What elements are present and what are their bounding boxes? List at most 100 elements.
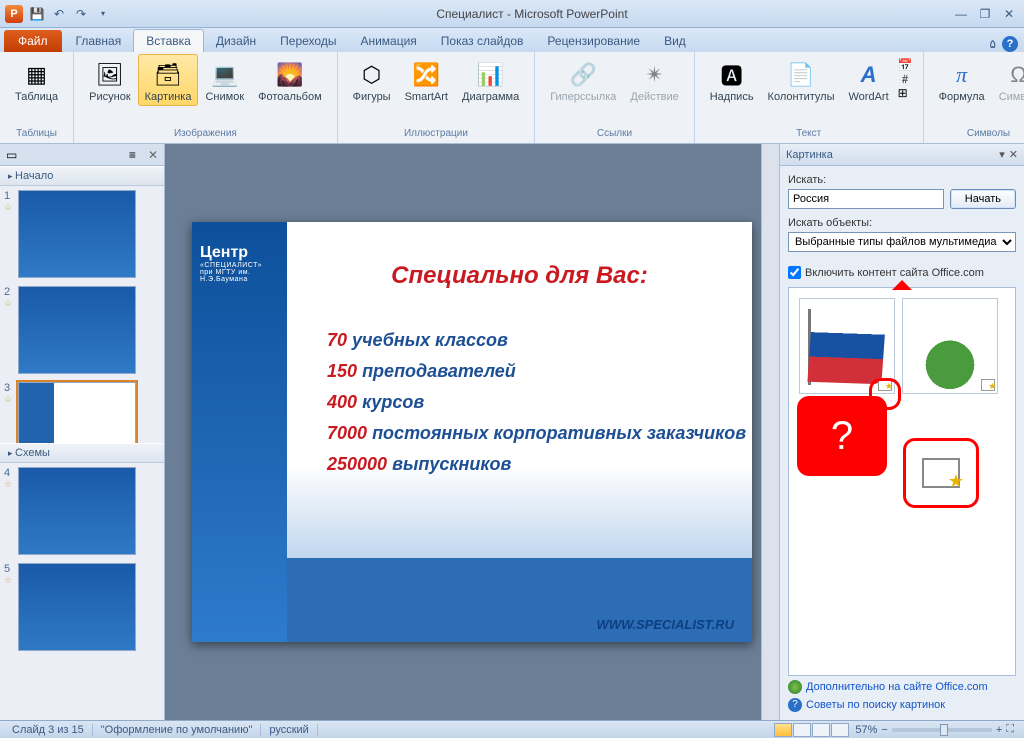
textbox-button[interactable]: 🅰Надпись [703,54,761,106]
screenshot-icon: 💻 [209,59,241,91]
animated-clip-icon-large [922,458,960,488]
slide-thumb-3[interactable] [18,382,136,443]
clipart-results: ? [788,287,1016,676]
clipart-result-2[interactable] [902,298,998,394]
section-scheme[interactable]: Схемы [0,443,164,463]
hyperlink-icon: 🔗 [567,59,599,91]
action-icon: ✴ [639,59,671,91]
group-illustrations: Иллюстрации [404,126,468,141]
album-button[interactable]: 🌄Фотоальбом [251,54,329,106]
zoom-slider[interactable] [892,728,992,732]
zoom-value: 57% [855,724,877,736]
section-start[interactable]: Начало [0,166,164,186]
media-types-select[interactable]: Выбранные типы файлов мультимедиа [788,232,1016,252]
wordart-button[interactable]: AWordArt [842,54,896,106]
outline-tab-icon[interactable]: ≡ [123,148,142,162]
tab-view[interactable]: Вид [652,30,698,52]
globe-icon [788,680,802,694]
symbol-icon: Ω [1003,59,1024,91]
redo-icon[interactable]: ↷ [70,3,92,25]
hyperlink-button[interactable]: 🔗Гиперссылка [543,54,623,106]
taskpane-menu-icon[interactable]: ▾ [999,148,1005,161]
object-icon[interactable]: ⊞ [898,86,913,100]
office-link[interactable]: Дополнительно на сайте Office.com [788,680,1016,694]
slide-thumb-5[interactable] [18,563,136,651]
equation-icon: π [946,59,978,91]
slide-thumb-4[interactable] [18,467,136,555]
equation-button[interactable]: πФормула [932,54,992,106]
view-reading-button[interactable] [812,723,830,737]
clipart-icon: 🗃 [152,59,184,91]
search-go-button[interactable]: Начать [950,189,1016,209]
save-icon[interactable]: 💾 [26,3,48,25]
tab-home[interactable]: Главная [64,30,134,52]
slide-number-icon[interactable]: #️ [898,72,913,86]
window-title: Специалист - Microsoft PowerPoint [114,7,950,21]
tab-review[interactable]: Рецензирование [535,30,652,52]
logo: Центр«СПЕЦИАЛИСТ»при МГТУ им. Н.Э.Бауман… [200,244,287,283]
slide-title: Специально для Вас: [287,262,752,290]
tab-design[interactable]: Дизайн [204,30,268,52]
view-sorter-button[interactable] [793,723,811,737]
app-icon: P [5,5,23,23]
help-icon[interactable]: ? [1002,36,1018,52]
search-label: Искать: [788,174,1016,186]
restore-icon[interactable]: ❐ [974,3,996,25]
undo-icon[interactable]: ↶ [48,3,70,25]
tab-insert[interactable]: Вставка [133,29,204,52]
tab-animation[interactable]: Анимация [348,30,428,52]
action-button[interactable]: ✴Действие [623,54,685,106]
chart-icon: 📊 [475,59,507,91]
tab-transitions[interactable]: Переходы [268,30,348,52]
view-normal-button[interactable] [774,723,792,737]
status-lang: русский [261,724,317,736]
group-text: Текст [796,126,821,141]
slides-tab-icon[interactable]: ▭ [0,148,17,162]
datetime-icon[interactable]: 📅 [898,58,913,72]
textbox-icon: 🅰 [716,59,748,91]
ribbon-minimize-icon[interactable]: ۵ [990,37,996,51]
picture-button[interactable]: 🖼Рисунок [82,54,138,106]
current-slide[interactable]: Центр«СПЕЦИАЛИСТ»при МГТУ им. Н.Э.Бауман… [192,222,752,642]
annotation-highlight-small [869,378,901,410]
qat-customize-icon[interactable]: ▾ [92,3,114,25]
pane-close-icon[interactable]: ✕ [142,148,164,162]
shapes-icon: ⬡ [356,59,388,91]
tab-file[interactable]: Файл [4,30,62,52]
album-icon: 🌄 [274,59,306,91]
slide-canvas: Центр«СПЕЦИАЛИСТ»при МГТУ им. Н.Э.Бауман… [165,144,779,720]
taskpane-title: Картинка [786,149,833,161]
animated-clip-icon [981,379,995,391]
chart-button[interactable]: 📊Диаграмма [455,54,526,106]
headerfooter-button[interactable]: 📄Колонтитулы [761,54,842,106]
headerfooter-icon: 📄 [785,59,817,91]
hints-link[interactable]: ?Советы по поиску картинок [788,698,1016,712]
smartart-button[interactable]: 🔀SmartArt [398,54,455,106]
group-images: Изображения [174,126,237,141]
slide-thumb-1[interactable] [18,190,136,278]
group-tables: Таблицы [16,126,57,141]
minimize-icon[interactable]: — [950,3,972,25]
smartart-icon: 🔀 [410,59,442,91]
close-icon[interactable]: ✕ [998,3,1020,25]
zoom-out-button[interactable]: − [881,724,887,736]
search-input[interactable] [788,189,944,209]
picture-icon: 🖼 [94,59,126,91]
clipart-button[interactable]: 🗃Картинка [138,54,199,106]
view-slideshow-button[interactable] [831,723,849,737]
zoom-in-button[interactable]: + [996,724,1002,736]
vertical-scrollbar[interactable] [761,144,779,720]
table-icon: ▦ [21,59,53,91]
symbol-button[interactable]: ΩСимвол [992,54,1024,106]
fit-to-window-button[interactable]: ⛶ [1006,723,1014,736]
status-theme: "Оформление по умолчанию" [93,724,262,736]
group-symbols: Символы [967,126,1010,141]
slide-url: WWW.SPECIALIST.RU [597,617,734,632]
taskpane-close-icon[interactable]: ✕ [1009,148,1018,161]
shapes-button[interactable]: ⬡Фигуры [346,54,398,106]
wordart-icon: A [853,59,885,91]
tab-slideshow[interactable]: Показ слайдов [429,30,536,52]
table-button[interactable]: ▦Таблица [8,54,65,106]
screenshot-button[interactable]: 💻Снимок [198,54,251,106]
slide-thumb-2[interactable] [18,286,136,374]
